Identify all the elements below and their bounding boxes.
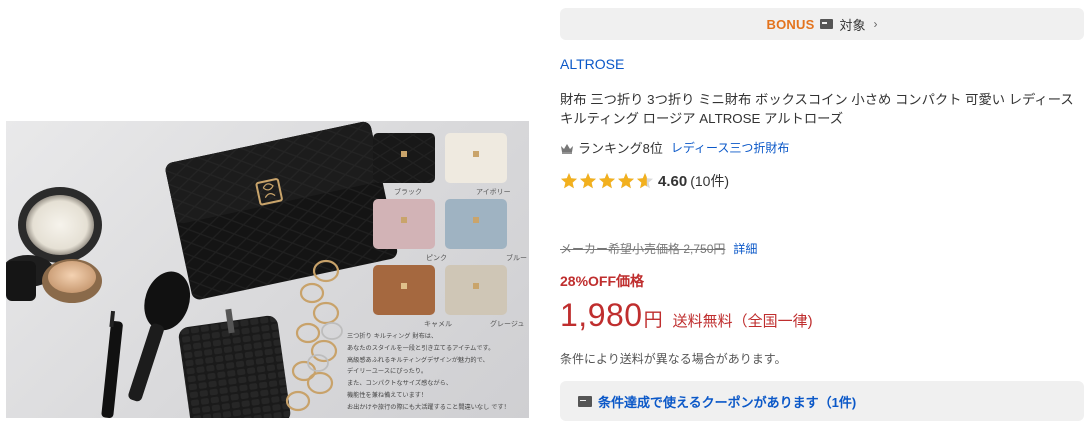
description-line: また、コンパクトなサイズ感ながら、 [347,380,453,388]
price-currency: 円 [643,310,663,331]
card-icon [820,19,834,29]
bonus-banner[interactable]: BONUS 対象 › [560,8,1084,40]
brand-link[interactable]: ALTROSE [560,56,624,72]
list-price: メーカー希望小売価格 2,750円 詳細 [560,240,757,257]
price-detail-link[interactable]: 詳細 [733,240,757,257]
coupon-text: 条件達成で使えるクーポンがあります（1件) [598,394,857,410]
rating-value: 4.60 [658,172,688,190]
crown-icon [561,143,573,154]
star-rating [560,172,654,190]
description-line: お出かけや旅行の際にも大活躍すること間違いなし です！ [347,403,510,411]
star-icon [580,173,596,189]
swatch-label-blue: ブルー [506,254,527,262]
ranking-category-link[interactable]: レディース三つ折財布 [671,139,790,156]
star-icon [599,173,615,189]
swatch-label-greige: グレージュ [490,320,525,328]
ranking-label: ランキング8位 [578,141,663,156]
bonus-logo: BONUS [766,16,815,32]
list-price-text: メーカー希望小売価格 2,750円 [560,242,726,256]
swatch-label-ivory: アイボリー [476,188,511,196]
swatch-label-pink: ピンク [426,254,447,262]
description-line: 高級感あふれるキルティングデザインが魅力的で、 [347,356,489,364]
star-icon [637,173,653,189]
swatch-label-black: ブラック [394,188,422,196]
description-line: 三つ折り キルティング 財布は、 [347,333,438,340]
ranking: ランキング8位 レディース三つ折財布 [560,138,789,157]
description-line: 機能性を兼ね備えています！ [347,391,428,399]
rating[interactable]: 4.60 (10件) [560,171,729,191]
description-line: あなたのスタイルを一段と引き立てるアイテムです。 [347,344,495,352]
star-icon [618,173,634,189]
price-row: 1,980 円 送料無料（全国一律) [560,297,813,334]
swatch-label-camel: キャメル [424,320,452,328]
chevron-right-icon: › [873,17,878,31]
shipping-note: 条件により送料が異なる場合があります。 [560,352,787,366]
coupon-banner[interactable]: 条件達成で使えるクーポンがあります（1件) [560,381,1084,421]
image-description: 三つ折り キルティング 財布は、 あなたのスタイルを一段と引き立てるアイテムです… [347,331,527,414]
shipping-info: 送料無料（全国一律) [672,313,813,330]
bonus-label: 対象 [839,17,866,33]
discount-label: 28%OFF価格 [560,273,645,289]
product-title: 財布 三つ折り 3つ折り ミニ財布 ボックスコイン 小さめ コンパクト 可愛い … [560,92,1074,126]
coupon-icon [578,395,592,407]
price-amount: 1,980 [560,297,643,333]
product-image[interactable]: ブラック アイボリー ピンク ブルー キャメル グレージュ 三つ折り キルティン… [6,121,529,418]
review-count[interactable]: (10件) [690,171,729,191]
description-line: デイリーユースにぴったり。 [347,368,428,376]
star-icon [561,173,577,189]
